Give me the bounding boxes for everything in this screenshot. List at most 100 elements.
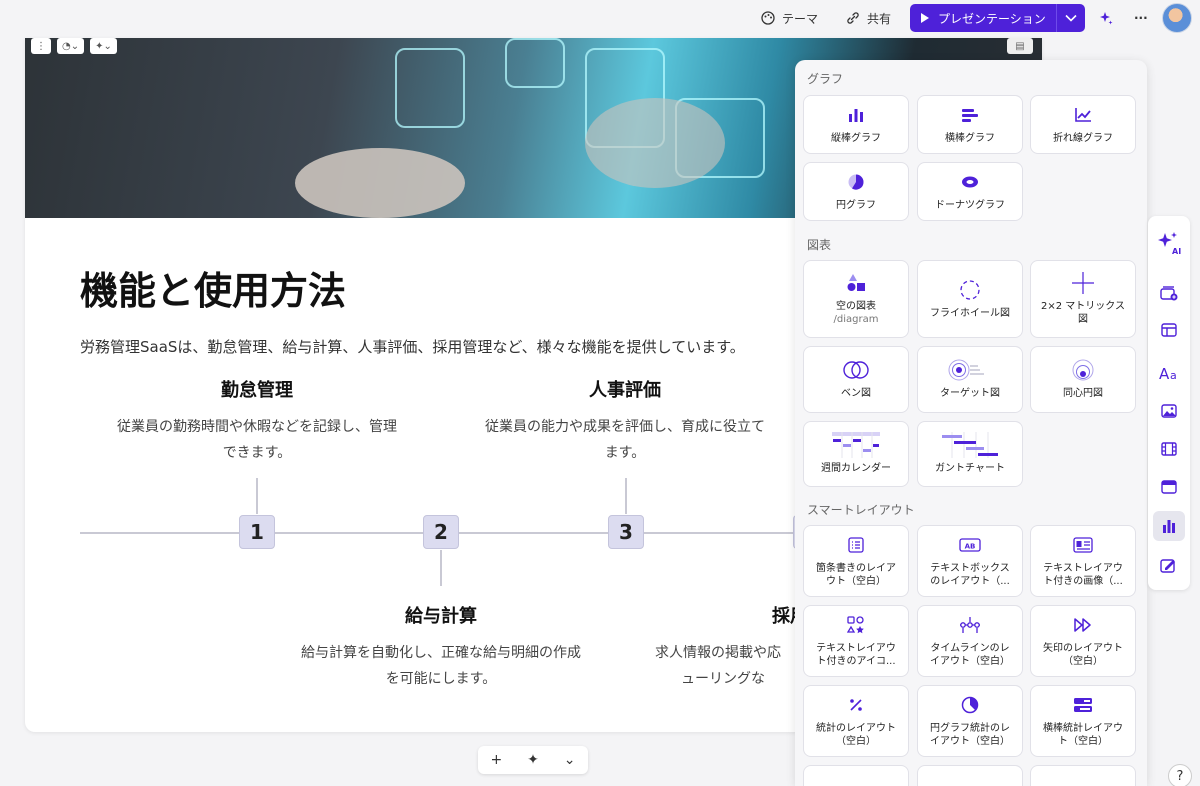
step-number[interactable]: 3 (608, 515, 644, 549)
contact-card-icon (1073, 537, 1093, 553)
card-label: 折れ線グラフ (1053, 133, 1113, 144)
target-icon (948, 359, 984, 381)
feature-text: ます。 (604, 445, 646, 461)
card-label: テキストボックス (930, 563, 1010, 574)
layout-button[interactable] (1153, 315, 1185, 345)
form-button[interactable] (1153, 550, 1185, 580)
diagram-card-matrix[interactable]: 2×2 マトリックス 図 (1030, 260, 1136, 338)
venn-icon (843, 361, 869, 379)
smart-card-partial[interactable] (917, 765, 1023, 786)
present-button[interactable]: プレゼンテーション (910, 4, 1056, 32)
image-edit-button[interactable]: ◔⌄ (57, 38, 85, 54)
smart-card-partial[interactable] (803, 765, 909, 786)
diagram-card-target[interactable]: ターゲット図 (917, 346, 1023, 413)
flywheel-icon (960, 279, 980, 300)
ai-sparkle-icon[interactable]: ✦ (527, 752, 539, 768)
diagram-card-empty[interactable]: 空の図表 /diagram (803, 260, 909, 338)
hologram-panel (395, 48, 465, 128)
chevron-down-icon[interactable]: ⌄ (564, 752, 576, 768)
graph-card-pie[interactable]: 円グラフ (803, 162, 909, 221)
bar-chart-icon (962, 109, 978, 122)
card-label: 円グラフ (836, 200, 876, 211)
card-label: ト付きの画像（... (1043, 576, 1123, 587)
smart-card-image-text[interactable]: テキストレイアウ ト付きの画像（... (1030, 525, 1136, 597)
concentric-icon (1072, 359, 1094, 381)
feature-item[interactable]: 人事評価 従業員の能力や成果を評価し、育成に役立て ます。 (455, 376, 795, 466)
smart-card-pie-stats[interactable]: 円グラフ統計のレ イアウト（空白） (917, 685, 1023, 757)
share-button[interactable]: 共有 (845, 6, 891, 30)
card-label: 統計のレイアウト (816, 723, 896, 734)
diagram-card-concentric[interactable]: 同心円図 (1030, 346, 1136, 413)
diagram-card-flywheel[interactable]: フライホイール図 (917, 260, 1023, 338)
chart-button[interactable] (1153, 511, 1185, 541)
feature-text: 従業員の能力や成果を評価し、育成に役立て (485, 419, 765, 435)
step-number[interactable]: 2 (423, 515, 459, 549)
chevron-down-icon (1065, 14, 1077, 22)
card-label: イアウト（空白） (930, 736, 1010, 747)
smart-card-bullets[interactable]: 箇条書きのレイア ウト（空白） (803, 525, 909, 597)
smart-card-icons[interactable]: テキストレイアウ ト付きのアイコ... (803, 605, 909, 677)
image-ai-button[interactable]: ✦⌄ (90, 38, 117, 54)
theme-label: テーマ (782, 11, 819, 26)
smart-card-textbox[interactable]: AB テキストボックス のレイアウト（... (917, 525, 1023, 597)
graph-card-column[interactable]: 縦棒グラフ (803, 95, 909, 154)
donut-chart-icon (962, 176, 978, 188)
diagram-card-venn[interactable]: ベン図 (803, 346, 909, 413)
smart-card-bar-stats[interactable]: 横棒統計レイアウ ト（空白） (1030, 685, 1136, 757)
timeline-connector (440, 550, 442, 586)
insert-panel: グラフ 縦棒グラフ 横棒グラフ 折れ線グラフ 円グラフ ドーナツグラフ 図表 空… (795, 60, 1147, 786)
smart-card-timeline[interactable]: タイムラインのレ イアウト（空白） (917, 605, 1023, 677)
help-button[interactable]: ? (1168, 764, 1192, 786)
card-label: 箇条書きのレイア (816, 563, 896, 574)
card-sublabel: /diagram (833, 314, 879, 325)
graph-card-donut[interactable]: ドーナツグラフ (917, 162, 1023, 221)
icons-grid-icon (847, 616, 864, 634)
notes-icon[interactable]: ▤ (1007, 38, 1033, 54)
feature-text: を可能にします。 (385, 671, 497, 687)
play-icon (921, 13, 929, 23)
graph-card-bar[interactable]: 横棒グラフ (917, 95, 1023, 154)
diagram-card-gantt[interactable]: ガントチャート (917, 421, 1023, 487)
hand-shape (295, 148, 465, 218)
slide-menu-button[interactable]: ⋮ (31, 38, 51, 54)
list-icon (848, 537, 864, 553)
more-button[interactable]: ··· (1134, 6, 1148, 30)
card-label: テキストレイアウ (816, 643, 896, 654)
text-style-button[interactable]: Aa (1153, 358, 1185, 388)
card-label: 円グラフ統計のレ (930, 723, 1010, 734)
diagram-card-weekly-calendar[interactable]: 週間カレンダー (803, 421, 909, 487)
hologram-panel (505, 38, 565, 88)
step-number[interactable]: 1 (239, 515, 275, 549)
edit-form-icon (1160, 559, 1175, 573)
image-button[interactable] (1153, 396, 1185, 426)
smart-card-partial[interactable] (1030, 765, 1136, 786)
percent-icon (850, 699, 862, 711)
card-label: フライホイール図 (930, 307, 1010, 319)
video-button[interactable] (1153, 434, 1185, 464)
arrows-icon (1074, 618, 1091, 632)
cards-add-icon (1160, 286, 1178, 301)
feature-item[interactable]: 勤怠管理 従業員の勤務時間や休暇などを記録し、管理 できます。 (87, 376, 427, 466)
graph-card-line[interactable]: 折れ線グラフ (1030, 95, 1136, 154)
calendar-icon (832, 431, 880, 458)
timeline-connector (256, 478, 258, 514)
add-card-sidebar-button[interactable] (1153, 278, 1185, 308)
embed-button[interactable] (1153, 472, 1185, 502)
present-button-group: プレゼンテーション (910, 4, 1085, 32)
theme-button[interactable]: テーマ (760, 6, 818, 30)
column-chart-icon (849, 109, 863, 122)
slide-title[interactable]: 機能と使用方法 (80, 260, 346, 315)
avatar[interactable] (1162, 3, 1192, 33)
slide-description[interactable]: 労務管理SaaSは、勤怠管理、給与計算、人事評価、採用管理など、様々な機能を提供… (80, 336, 745, 357)
smart-card-arrows[interactable]: 矢印のレイアウト （空白） (1030, 605, 1136, 677)
ai-sparkle-button[interactable] (1098, 6, 1114, 30)
matrix-icon (1072, 272, 1094, 294)
card-label: イアウト（空白） (930, 656, 1010, 667)
ai-assistant-button[interactable]: AI (1153, 224, 1185, 262)
feature-heading: 給与計算 (405, 606, 477, 627)
card-label: ベン図 (841, 388, 871, 399)
feature-item[interactable]: 給与計算 給与計算を自動化し、正確な給与明細の作成 を可能にします。 (271, 602, 611, 692)
add-card-button[interactable]: + (490, 752, 502, 768)
present-options-button[interactable] (1056, 4, 1085, 32)
smart-card-stats[interactable]: 統計のレイアウト （空白） (803, 685, 909, 757)
